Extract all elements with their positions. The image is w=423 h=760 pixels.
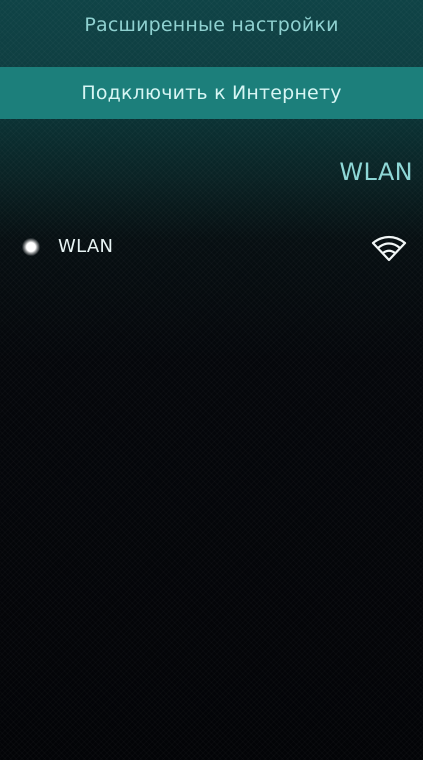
- connect-to-internet-menu-item[interactable]: Подключить к Интернету: [0, 67, 423, 119]
- wifi-signal-icon: [371, 235, 407, 262]
- screen: Расширенные настройки Подключить к Интер…: [0, 0, 423, 760]
- connected-dot-icon: [22, 238, 40, 256]
- top-pulley-menu: Расширенные настройки Подключить к Интер…: [0, 0, 423, 119]
- page-title: WLAN: [339, 158, 413, 186]
- network-list-item[interactable]: WLAN: [0, 224, 423, 276]
- advanced-settings-menu-item[interactable]: Расширенные настройки: [0, 0, 423, 67]
- network-name: WLAN: [58, 236, 114, 257]
